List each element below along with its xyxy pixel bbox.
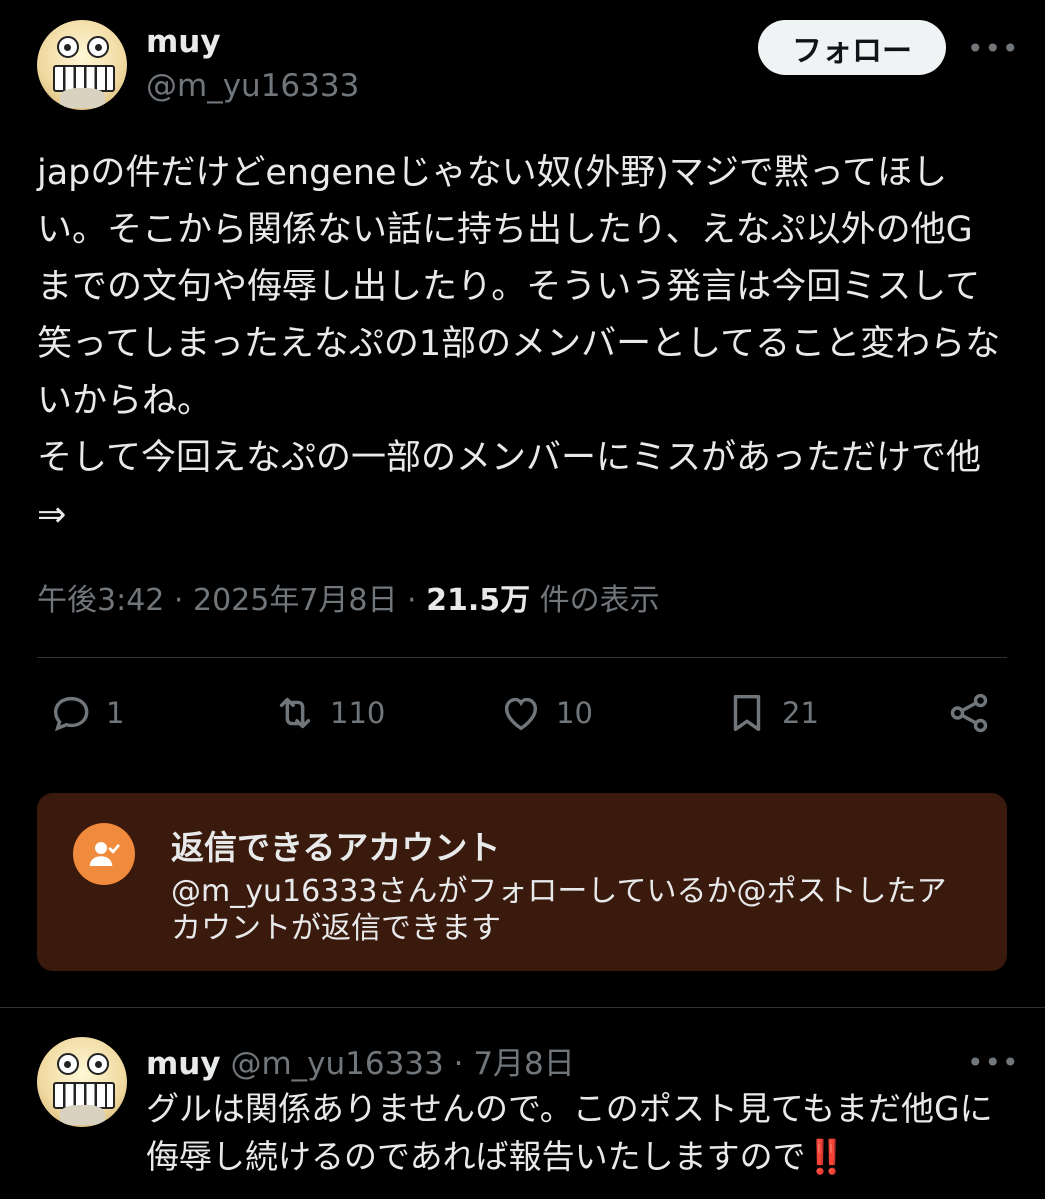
divider <box>0 1007 1045 1008</box>
double-exclamation-icon: ‼️ <box>805 1137 847 1176</box>
reply-button[interactable]: 1 <box>48 688 124 738</box>
bookmark-icon <box>733 694 761 732</box>
share-icon <box>950 693 988 733</box>
divider <box>37 657 1007 658</box>
heart-icon <box>504 697 538 731</box>
author-name[interactable]: muy <box>146 24 221 60</box>
repost-count: 110 <box>330 696 386 730</box>
bookmark-button[interactable]: 21 <box>724 688 819 738</box>
reply-icon <box>53 696 89 732</box>
author-handle[interactable]: @m_yu16333 <box>146 68 359 104</box>
author-avatar[interactable] <box>37 20 127 110</box>
like-count: 10 <box>556 696 593 730</box>
repost-icon <box>279 697 311 729</box>
more-options-icon[interactable]: ••• <box>967 32 1020 65</box>
view-count-label: 件の表示 <box>530 583 660 618</box>
reply-author-avatar[interactable] <box>37 1037 127 1127</box>
view-count: 21.5万 <box>426 583 531 618</box>
person-check-icon <box>73 823 135 885</box>
like-button[interactable]: 10 <box>498 688 593 738</box>
post-text: japの件だけどengeneじゃない奴(外野)マジで黙ってほしい。そこから関係な… <box>37 153 1001 535</box>
follow-button[interactable]: フォロー <box>758 20 946 75</box>
reply-author-name[interactable]: muy <box>146 1046 221 1082</box>
reply-body: グルは関係ありませんので。このポスト見てもまだ他Gに侮辱し続けるのであれば報告い… <box>146 1089 993 1176</box>
reply-text: グルは関係ありませんので。このポスト見てもまだ他Gに侮辱し続けるのであれば報告い… <box>146 1085 1016 1181</box>
reply-more-options-icon[interactable]: ••• <box>967 1046 1020 1079</box>
notice-title: 返信できるアカウント <box>171 828 501 867</box>
reply-handle-date[interactable]: @m_yu16333 · 7月8日 <box>221 1046 574 1082</box>
share-button[interactable] <box>946 688 992 738</box>
reply-count: 1 <box>106 696 125 730</box>
reply-restriction-notice: 返信できるアカウント @m_yu16333さんがフォローしているか@ポストしたア… <box>37 793 1007 971</box>
notice-description: @m_yu16333さんがフォローしているか@ポストしたアカウントが返信できます <box>171 874 947 946</box>
post-meta: 午後3:42 · 2025年7月8日 · 21.5万 件の表示 <box>37 575 660 619</box>
repost-button[interactable]: 110 <box>272 688 385 738</box>
post-timestamp[interactable]: 午後3:42 · 2025年7月8日 · <box>37 583 426 618</box>
bookmark-count: 21 <box>782 696 819 730</box>
reply-header: muy @m_yu16333 · 7月8日 <box>146 1038 575 1083</box>
